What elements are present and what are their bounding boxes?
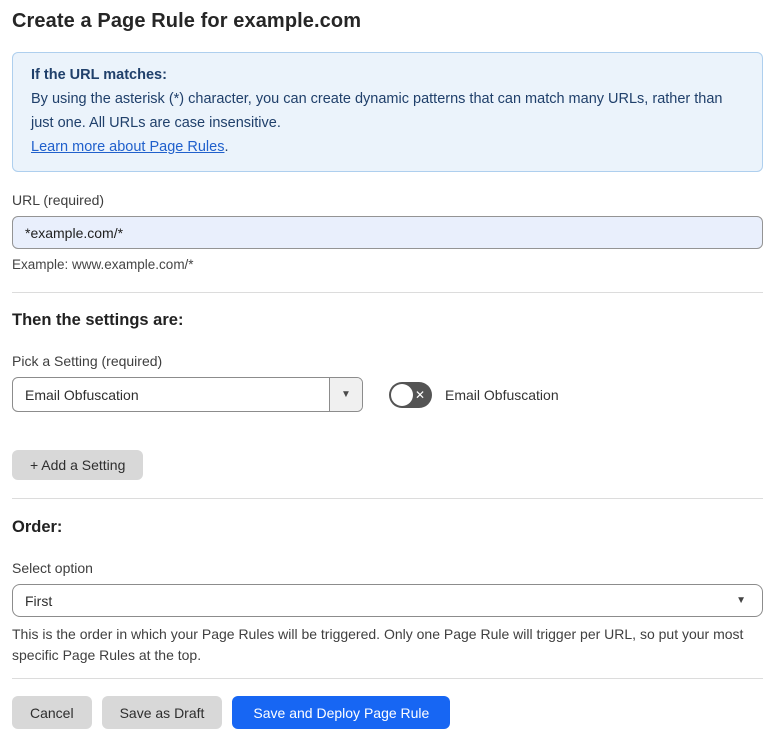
setting-picker-arrow-button[interactable]: ▼ <box>329 378 362 411</box>
cancel-button[interactable]: Cancel <box>12 696 92 729</box>
divider-footer <box>12 678 763 679</box>
info-box-body: By using the asterisk (*) character, you… <box>31 91 723 131</box>
order-section-heading: Order: <box>12 518 63 536</box>
setting-row: Email Obfuscation ▼ ✕ Email Obfuscation <box>12 377 763 412</box>
footer-actions: Cancel Save as Draft Save and Deploy Pag… <box>12 696 763 729</box>
toggle-knob <box>391 383 413 406</box>
info-box-heading: If the URL matches: <box>31 67 167 83</box>
page-rule-form: Create a Page Rule for example.com If th… <box>0 0 775 729</box>
settings-section-heading: Then the settings are: <box>12 311 184 329</box>
save-deploy-button[interactable]: Save and Deploy Page Rule <box>232 696 451 729</box>
page-title: Create a Page Rule for example.com <box>12 10 362 32</box>
order-help-text: This is the order in which your Page Rul… <box>12 626 744 663</box>
email-obfuscation-toggle[interactable]: ✕ <box>389 381 432 408</box>
url-example-text: Example: www.example.com/* <box>12 257 194 272</box>
order-select[interactable]: First ▼ <box>12 584 763 617</box>
url-input[interactable] <box>12 216 763 249</box>
url-match-info-box: If the URL matches: By using the asteris… <box>12 52 763 172</box>
order-select-value: First <box>25 592 53 609</box>
chevron-down-icon: ▼ <box>736 595 746 606</box>
triangle-down-icon: ▼ <box>341 389 351 400</box>
save-draft-button[interactable]: Save as Draft <box>101 696 223 729</box>
link-period: . <box>224 139 229 155</box>
divider-url-settings <box>12 292 763 293</box>
order-select-label: Select option <box>12 560 93 576</box>
learn-more-link[interactable]: Learn more about Page Rules <box>31 139 224 155</box>
divider-settings-order <box>12 498 763 499</box>
toggle-setting-label: Email Obfuscation <box>445 386 559 403</box>
setting-picker-select[interactable]: Email Obfuscation ▼ <box>12 377 363 412</box>
setting-picker-value: Email Obfuscation <box>25 386 139 403</box>
toggle-off-x-icon: ✕ <box>414 387 425 402</box>
url-field-label: URL (required) <box>12 192 105 208</box>
setting-picker-label: Pick a Setting (required) <box>12 353 163 369</box>
add-setting-button[interactable]: + Add a Setting <box>12 450 144 480</box>
